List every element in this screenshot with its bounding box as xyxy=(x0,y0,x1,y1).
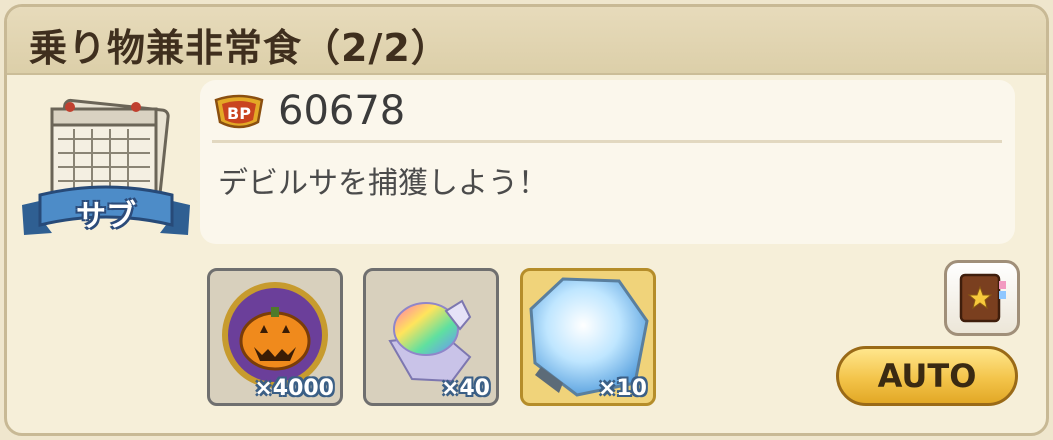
quest-description: デビルサを捕獲しよう！ xyxy=(218,166,548,201)
reward-item-1[interactable]: ×4000 xyxy=(207,268,343,406)
reward-quantity: ×10 xyxy=(597,376,647,401)
title-bar: 乗り物兼非常食（2/2） xyxy=(7,7,1046,75)
auto-button[interactable]: AUTO xyxy=(836,346,1018,406)
quest-title: 乗り物兼非常食（2/2） xyxy=(29,26,450,70)
reward-item-3[interactable]: ×10 xyxy=(520,268,656,406)
bp-icon: BP xyxy=(212,92,266,132)
star-book-icon xyxy=(959,273,1006,323)
book-button[interactable] xyxy=(944,260,1020,336)
reward-quantity: ×40 xyxy=(440,376,490,401)
divider xyxy=(212,140,1002,143)
bp-label: BP xyxy=(227,104,251,123)
calendar-icon: サブ xyxy=(18,95,194,255)
reward-quantity: ×4000 xyxy=(254,376,334,401)
sub-badge-label: サブ xyxy=(76,199,136,234)
bp-value: 60678 xyxy=(278,88,406,134)
reward-item-2[interactable]: ×40 xyxy=(363,268,499,406)
